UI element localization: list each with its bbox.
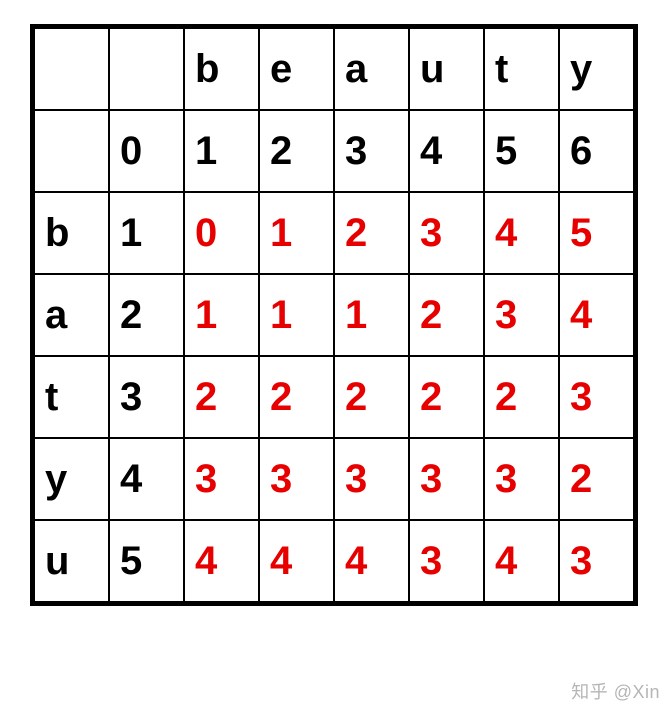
table-cell: 1 <box>259 192 334 274</box>
watermark-text: 知乎 @Xin <box>571 678 660 704</box>
table-cell: a <box>334 28 409 110</box>
table-cell: 2 <box>484 356 559 438</box>
table-cell: 2 <box>334 192 409 274</box>
table-cell: 4 <box>409 110 484 192</box>
table-cell: 0 <box>109 110 184 192</box>
table-row: y4333332 <box>34 438 634 520</box>
table-cell: 4 <box>559 274 634 356</box>
table-cell: 3 <box>409 192 484 274</box>
table-cell: e <box>259 28 334 110</box>
table-cell: t <box>484 28 559 110</box>
table-cell: 3 <box>109 356 184 438</box>
table-cell: 3 <box>409 520 484 602</box>
table-cell: 3 <box>409 438 484 520</box>
edit-distance-table: beauty0123456b1012345a2111234t3222223y43… <box>30 24 638 606</box>
table-row: a2111234 <box>34 274 634 356</box>
table-cell: 2 <box>184 356 259 438</box>
table-cell: 3 <box>334 438 409 520</box>
table-cell: y <box>34 438 109 520</box>
table-cell: 1 <box>259 274 334 356</box>
table-cell: 5 <box>109 520 184 602</box>
table-cell: 4 <box>109 438 184 520</box>
table-cell: 5 <box>484 110 559 192</box>
matrix-table: beauty0123456b1012345a2111234t3222223y43… <box>33 27 635 603</box>
table-cell: 3 <box>559 520 634 602</box>
table-row: u5444343 <box>34 520 634 602</box>
table-cell: 1 <box>184 274 259 356</box>
table-cell: 3 <box>559 356 634 438</box>
table-cell: 2 <box>559 438 634 520</box>
table-cell: 1 <box>334 274 409 356</box>
table-cell: 4 <box>184 520 259 602</box>
table-cell: 3 <box>484 438 559 520</box>
table-cell: 5 <box>559 192 634 274</box>
table-cell: 4 <box>484 520 559 602</box>
table-cell: a <box>34 274 109 356</box>
table-cell: u <box>34 520 109 602</box>
table-cell: 0 <box>184 192 259 274</box>
table-cell: 6 <box>559 110 634 192</box>
table-cell: 4 <box>334 520 409 602</box>
table-cell: b <box>34 192 109 274</box>
table-cell: y <box>559 28 634 110</box>
table-cell: 1 <box>184 110 259 192</box>
table-row: beauty <box>34 28 634 110</box>
table-cell: 3 <box>334 110 409 192</box>
table-cell: 2 <box>409 356 484 438</box>
table-cell: 2 <box>334 356 409 438</box>
table-row: b1012345 <box>34 192 634 274</box>
table-cell <box>34 110 109 192</box>
table-cell: 1 <box>109 192 184 274</box>
table-cell: 4 <box>484 192 559 274</box>
table-cell: 2 <box>409 274 484 356</box>
table-cell: 3 <box>184 438 259 520</box>
table-cell: u <box>409 28 484 110</box>
table-cell: 4 <box>259 520 334 602</box>
table-cell: b <box>184 28 259 110</box>
table-cell: 3 <box>484 274 559 356</box>
table-cell: 2 <box>259 110 334 192</box>
table-cell: t <box>34 356 109 438</box>
table-cell <box>109 28 184 110</box>
table-cell: 2 <box>109 274 184 356</box>
table-cell <box>34 28 109 110</box>
table-cell: 2 <box>259 356 334 438</box>
table-row: 0123456 <box>34 110 634 192</box>
table-cell: 3 <box>259 438 334 520</box>
table-row: t3222223 <box>34 356 634 438</box>
